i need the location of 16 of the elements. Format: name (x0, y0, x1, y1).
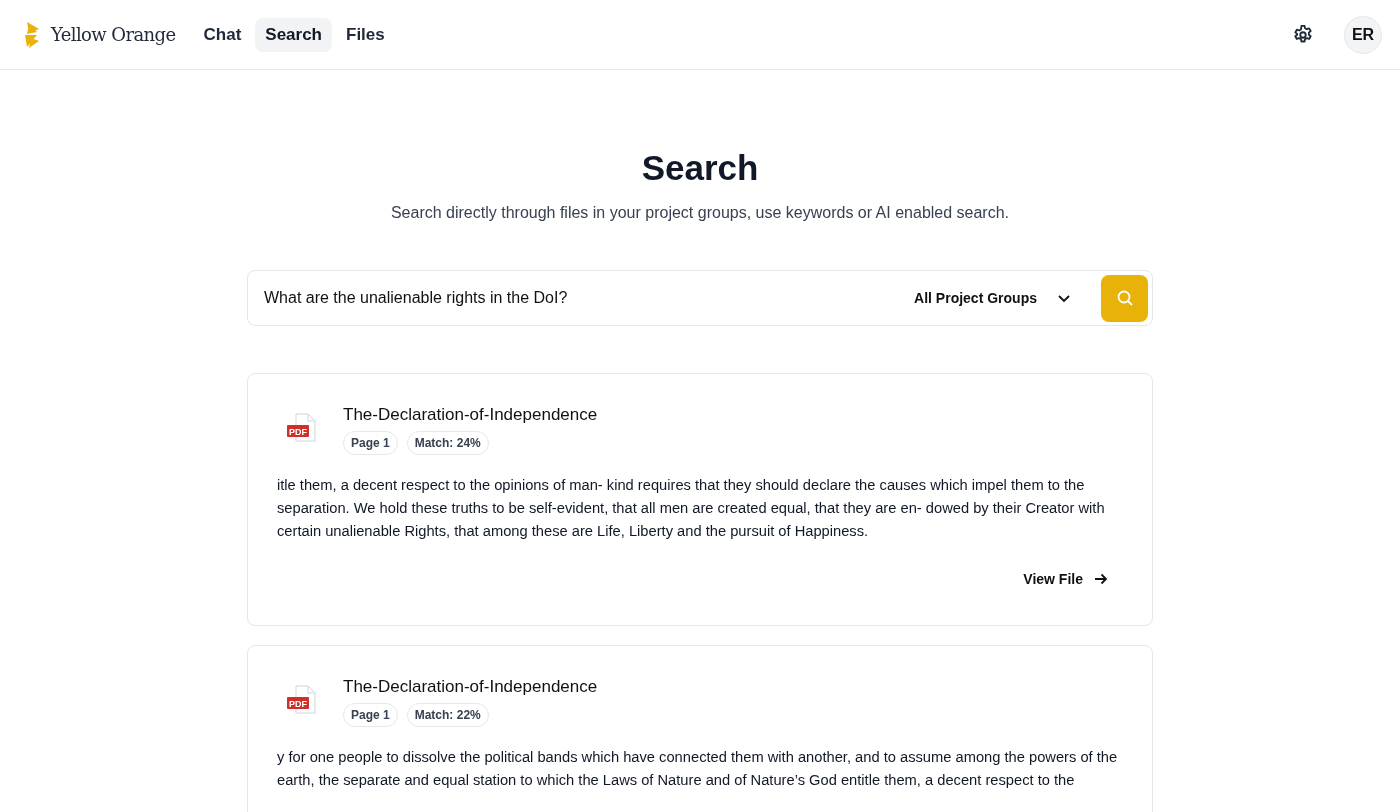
page-subtitle: Search directly through files in your project groups, use keywords or AI enabled search. (389, 204, 1011, 222)
file-title: The-Declaration-of-Independence (343, 677, 598, 697)
arrow-right-icon (1093, 571, 1109, 587)
brand-name: Yellow Orange (51, 24, 176, 45)
search-field[interactable]: What are the unalienable rights in the DoI? All Project Groups (247, 270, 1153, 326)
nav-tab[interactable]: Files (336, 17, 395, 52)
page-title: Search (640, 148, 760, 188)
user-avatar[interactable]: ER (1344, 15, 1382, 54)
view-file-link[interactable]: View File (1023, 571, 1109, 587)
file-title: The-Declaration-of-Independence (343, 405, 598, 425)
project-group-dropdown[interactable]: All Project Groups (908, 289, 1077, 307)
search-icon (1115, 289, 1134, 307)
nav-tab[interactable]: Chat (193, 17, 252, 52)
result-excerpt: y for one people to dissolve the political bands which have connected them with another, and to assume among the powers of the earth, the separate and equal station to which the Laws of Nature and of Nature’s God entitle them, a decent respect to the (277, 748, 1119, 790)
result-excerpt: itle them, a decent respect to the opinions of man- kind requires that they should declare the causes which impel them to the separation. We hold these truths to be self-evident, that all men are created equal, that they are en- dowed by their Creator with certain unalienable Rights, that among these are Life, Liberty and the pursuit of Happiness. (277, 476, 1106, 541)
nav-tab[interactable]: Search (255, 17, 332, 52)
